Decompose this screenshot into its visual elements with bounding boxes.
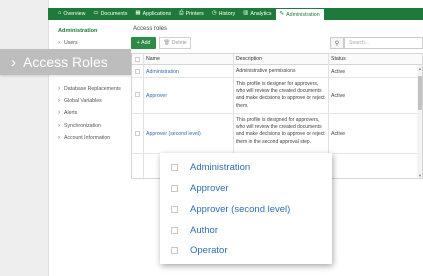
sidebar-item-label: Alerts (64, 110, 78, 116)
nav-analytics[interactable]: ▥ Analytics (239, 8, 275, 20)
add-button[interactable]: + Add (131, 37, 156, 49)
role-description: Administrative permissions (236, 68, 296, 74)
role-checkbox[interactable] (171, 164, 178, 171)
table-row[interactable]: Administration Administrative permission… (132, 65, 422, 78)
chevron-right-icon: › (58, 110, 60, 116)
nav-history[interactable]: ◷ History (208, 8, 239, 20)
sidebar-item-synchronization[interactable]: › Synchronization (58, 123, 101, 129)
table-scrollbar[interactable]: ▲ ▼ (417, 65, 422, 178)
callout-label: Access Roles (23, 54, 108, 70)
sidebar-item-label: Database Replacements (64, 86, 121, 92)
search-button[interactable]: ⚲ (330, 37, 344, 49)
access-roles-callout: › Access Roles (0, 49, 131, 75)
sidebar-item-account-information[interactable]: › Account Information (58, 135, 110, 141)
sidebar-item-database-replacements[interactable]: › Database Replacements (58, 86, 121, 92)
page-title: Access roles (133, 26, 168, 32)
scroll-up-icon[interactable]: ▲ (417, 66, 422, 71)
table-row[interactable]: Approver This profile is designer for ap… (132, 78, 422, 114)
nav-printers[interactable]: ⎙ Printers (175, 8, 208, 20)
printer-icon: ⎙ (179, 10, 184, 17)
popup-role-item[interactable]: Operator (171, 245, 228, 256)
sidebar-item-label: Global Variables (64, 98, 102, 104)
header-name: Name (146, 56, 160, 62)
nav-documents-label: Documents (100, 11, 128, 17)
sidebar-item-label: Users (64, 40, 78, 46)
role-name-link[interactable]: Approver (146, 93, 167, 99)
role-name-link[interactable]: Administration (146, 69, 179, 75)
role-checkbox[interactable] (171, 185, 178, 192)
popup-role-item[interactable]: Approver (second level) (171, 204, 290, 215)
table-header: Name Description Status (132, 54, 422, 65)
nav-overview[interactable]: ⌂ Overview (54, 8, 89, 20)
sidebar-item-label: Synchronization (64, 123, 101, 129)
chevron-right-icon: › (58, 40, 60, 46)
popup-role-item[interactable]: Approver (171, 183, 229, 194)
row-checkbox[interactable] (135, 69, 140, 74)
search-icon: ⚲ (334, 40, 340, 47)
chevron-right-icon: › (58, 135, 60, 141)
chevron-right-icon: › (58, 123, 60, 129)
header-status: Status (331, 56, 346, 62)
nav-analytics-label: Analytics (250, 11, 272, 17)
top-navigation: ⌂ Overview ▭ Documents ▦ Applications ⎙ … (48, 8, 423, 20)
role-name-link[interactable]: Approver (second level) (146, 131, 201, 137)
row-checkbox[interactable] (135, 92, 140, 97)
scroll-down-icon[interactable]: ▼ (417, 173, 422, 178)
home-icon: ⌂ (58, 10, 62, 17)
nav-administration-label: Administration (286, 11, 320, 18)
apps-icon: ▦ (135, 10, 141, 17)
sidebar-heading: Administration (58, 28, 98, 34)
role-checkbox[interactable] (171, 247, 178, 254)
role-checkbox[interactable] (171, 206, 178, 213)
nav-administration[interactable]: ✎ Administration (275, 8, 324, 20)
sidebar-item-label: Account Information (64, 135, 111, 141)
select-all-checkbox[interactable] (135, 57, 140, 62)
chart-icon: ▥ (243, 10, 249, 17)
role-status: Active (331, 69, 346, 75)
popup-role-item[interactable]: Author (171, 225, 218, 236)
role-checkbox[interactable] (171, 227, 178, 234)
trash-icon: 🗑 (163, 40, 170, 46)
role-status: Active (331, 93, 346, 99)
add-button-label: Add (141, 40, 151, 46)
delete-button[interactable]: 🗑 Delete (159, 37, 191, 49)
admin-icon: ✎ (279, 10, 285, 17)
chevron-right-icon: › (58, 98, 60, 104)
scrollbar-thumb[interactable] (418, 76, 422, 110)
role-label[interactable]: Approver (second level) (190, 204, 290, 215)
chevron-right-icon: › (58, 86, 60, 92)
role-label[interactable]: Approver (190, 183, 229, 194)
row-checkbox[interactable] (135, 131, 140, 136)
sidebar: Administration › Users › Database Replac… (48, 20, 128, 180)
roles-zoom-popup: Administration Approver Approver (second… (160, 153, 332, 264)
nav-overview-label: Overview (63, 11, 86, 17)
nav-applications-label: Applications (142, 11, 172, 17)
role-label[interactable]: Author (190, 225, 218, 236)
folder-icon: ▭ (93, 10, 99, 17)
nav-applications[interactable]: ▦ Applications (131, 8, 175, 20)
table-row[interactable]: Approver (second level) This profile is … (132, 114, 422, 154)
chevron-right-icon: › (11, 53, 16, 71)
sidebar-item-alerts[interactable]: › Alerts (58, 110, 77, 116)
role-label[interactable]: Operator (190, 245, 228, 256)
role-description: This profile is designer for approvers, … (236, 81, 325, 109)
sidebar-item-users[interactable]: › Users (58, 40, 78, 46)
history-icon: ◷ (211, 10, 217, 17)
role-label[interactable]: Administration (190, 162, 250, 173)
role-description: This profile is designed for approvers, … (236, 117, 325, 145)
popup-role-item[interactable]: Administration (171, 162, 250, 173)
header-description: Description (236, 56, 262, 62)
nav-documents[interactable]: ▭ Documents (89, 8, 131, 20)
sidebar-item-global-variables[interactable]: › Global Variables (58, 98, 102, 104)
nav-history-label: History (218, 11, 236, 17)
delete-button-label: Delete (171, 40, 187, 46)
toolbar: + Add 🗑 Delete ⚲ Search... (131, 37, 423, 51)
search-input[interactable]: Search... (344, 37, 423, 49)
nav-printers-label: Printers (185, 11, 204, 17)
role-status: Active (331, 131, 346, 137)
